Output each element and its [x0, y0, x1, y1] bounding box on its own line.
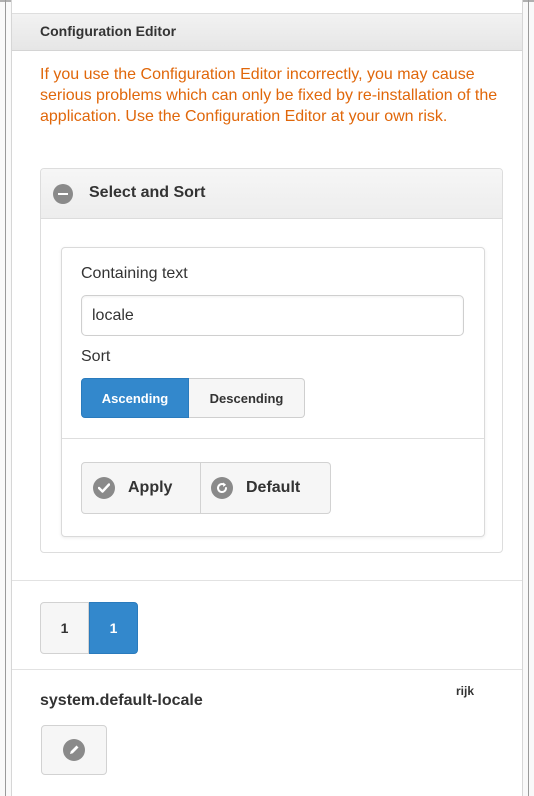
apply-button[interactable]: Apply [81, 462, 201, 514]
refresh-icon [211, 477, 233, 499]
sort-label: Sort [81, 348, 111, 365]
config-item-key: system.default-locale [40, 692, 203, 709]
edit-button[interactable] [41, 725, 107, 775]
config-editor-panel: Configuration Editor If you use the Conf… [11, 0, 523, 796]
warning-text: If you use the Configuration Editor inco… [40, 66, 498, 125]
check-circle-icon [93, 477, 115, 499]
page-button-active[interactable]: 1 [89, 602, 138, 654]
pagination: 1 1 [40, 602, 138, 654]
window-left-edge [5, 0, 6, 796]
select-sort-collapsible: Select and Sort Containing text Sort Asc… [40, 168, 503, 553]
divider [62, 438, 484, 439]
divider [12, 580, 522, 581]
panel-header: Configuration Editor [12, 13, 522, 51]
config-item-value: rijk [456, 684, 475, 698]
select-sort-header[interactable]: Select and Sort [41, 169, 502, 219]
filter-card: Containing text Sort Ascending Descendin… [61, 247, 485, 537]
apply-label: Apply [128, 479, 173, 496]
action-buttons: Apply Default [81, 462, 331, 514]
pencil-icon [63, 739, 85, 761]
default-button[interactable]: Default [201, 462, 331, 514]
default-label: Default [246, 479, 301, 496]
sort-toggle: Ascending Descending [81, 378, 305, 418]
select-sort-title: Select and Sort [89, 184, 206, 201]
containing-text-label: Containing text [81, 265, 188, 282]
containing-text-input[interactable] [81, 295, 464, 336]
window-right-edge [528, 0, 529, 796]
sort-ascending-button[interactable]: Ascending [81, 378, 189, 418]
page-title: Configuration Editor [40, 23, 177, 39]
minus-circle-icon [53, 184, 73, 204]
sort-descending-button[interactable]: Descending [189, 378, 305, 418]
divider [12, 669, 522, 670]
page-button[interactable]: 1 [40, 602, 89, 654]
